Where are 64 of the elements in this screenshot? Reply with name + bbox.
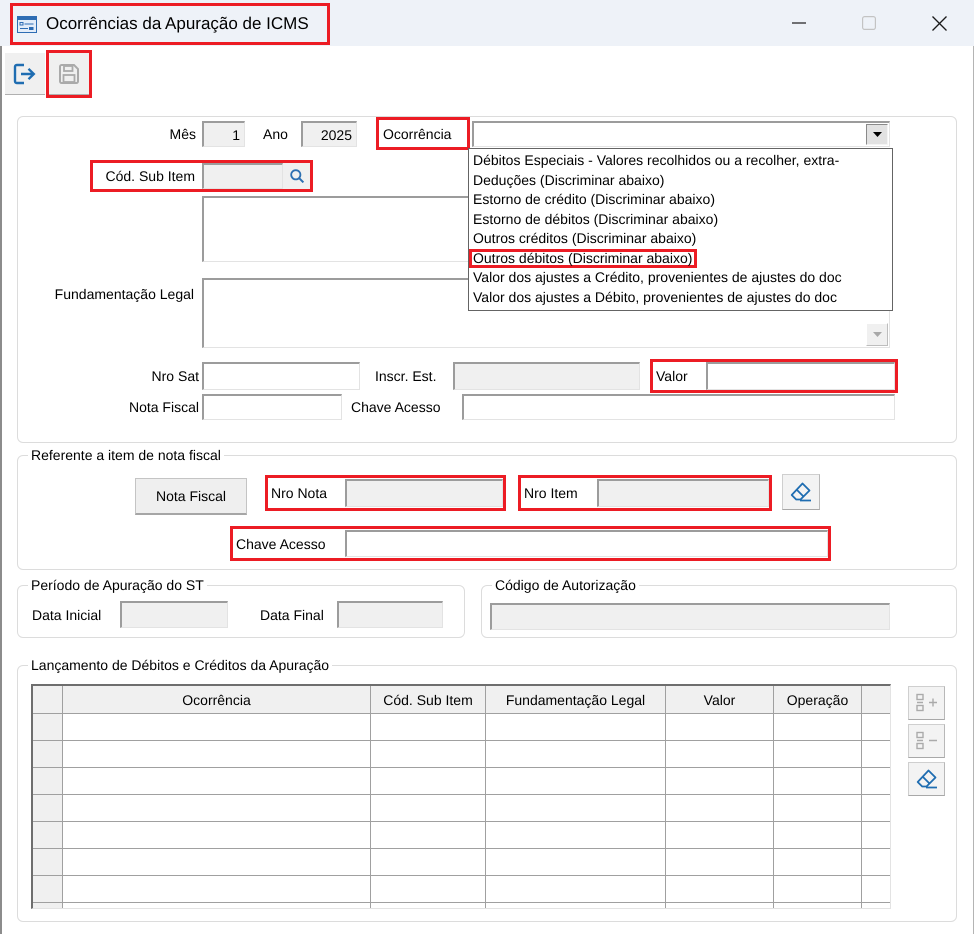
- dropdown-option[interactable]: Estorno de crédito (Discriminar abaixo): [469, 190, 720, 210]
- clear-button[interactable]: [908, 762, 945, 796]
- dropdown-option[interactable]: Outros débitos (Discriminar abaixo): [469, 248, 698, 268]
- value-field[interactable]: [706, 362, 895, 390]
- field-label: Chave Acesso: [235, 536, 326, 552]
- column-header[interactable]: Ocorrência: [63, 686, 371, 714]
- exit-icon: [13, 62, 37, 84]
- clear-button[interactable]: [782, 474, 820, 510]
- scroll-down-button[interactable]: [866, 323, 888, 346]
- dropdown-option[interactable]: Estorno de débitos (Discriminar abaixo): [469, 210, 724, 229]
- field-label: Cód. Sub Item: [104, 168, 196, 184]
- field-label: Fundamentação Legal: [54, 285, 195, 302]
- window-title: Ocorrências da Apuração de ICMS: [46, 14, 309, 34]
- field-label: Nro Item: [523, 485, 579, 501]
- field-label: Inscr. Est.: [375, 368, 438, 384]
- row-header-cell[interactable]: [33, 768, 63, 795]
- dropdown-button[interactable]: [866, 124, 888, 145]
- group-title: Referente a item de nota fiscal: [30, 447, 222, 463]
- field-label: Nro Nota: [270, 485, 328, 501]
- field-label: Data Final: [260, 606, 325, 622]
- row-header-cell[interactable]: [33, 795, 63, 822]
- group-title: Código de Autorização: [494, 577, 637, 593]
- list-minus-icon: [916, 731, 938, 751]
- field-label: Mês: [168, 126, 196, 142]
- row-header-cell[interactable]: [33, 741, 63, 768]
- access-key-field[interactable]: [345, 530, 828, 557]
- field-label: Nota Fiscal: [128, 399, 200, 415]
- field-label: Nro Sat: [150, 368, 200, 384]
- form-window-icon: [17, 16, 37, 32]
- field-label: Data Inicial: [32, 606, 102, 622]
- caret-icon: [872, 132, 882, 137]
- dropdown-option[interactable]: Outros créditos (Discriminar abaixo): [469, 229, 702, 248]
- list-plus-icon: [916, 693, 938, 713]
- column-header[interactable]: Operação: [774, 686, 862, 714]
- maximize-icon: [862, 16, 876, 30]
- group-title: Período de Apuração do ST: [30, 577, 205, 593]
- dropdown-option[interactable]: Valor dos ajustes a Crédito, provenientes de ajustes do doc: [469, 268, 847, 288]
- invoice-button[interactable]: Nota Fiscal: [135, 478, 247, 515]
- dropdown-option[interactable]: Débitos Especiais - Valores recolhidos ou a recolher, extra-: [469, 151, 844, 170]
- exit-button[interactable]: [5, 53, 45, 95]
- column-header[interactable]: Valor: [666, 686, 774, 714]
- grid-corner-cell: [33, 686, 63, 714]
- access-key-field[interactable]: [462, 394, 895, 420]
- search-icon: [290, 169, 304, 183]
- sat-number-field[interactable]: [202, 362, 360, 390]
- row-header-cell[interactable]: [33, 714, 63, 741]
- field-label: Valor: [655, 368, 689, 384]
- group-title: Lançamento de Débitos e Créditos da Apuração: [30, 657, 330, 673]
- row-header-cell[interactable]: [33, 876, 63, 903]
- caret-icon: [872, 332, 882, 337]
- column-header[interactable]: Fundamentação Legal: [486, 686, 666, 714]
- dropdown-option[interactable]: Deduções (Discriminar abaixo): [469, 170, 670, 190]
- close-icon: [932, 16, 946, 30]
- row-header-cell[interactable]: [33, 822, 63, 849]
- eraser-icon: [790, 482, 812, 502]
- invoice-field[interactable]: [202, 394, 342, 420]
- dropdown-option[interactable]: Valor dos ajustes a Débito, provenientes de ajustes do doc: [469, 288, 842, 307]
- field-label: Ano: [263, 126, 289, 142]
- minimize-icon: [792, 22, 806, 24]
- field-label: Ocorrência: [383, 126, 452, 142]
- field-label: Chave Acesso: [351, 399, 442, 415]
- row-header-cell[interactable]: [33, 849, 63, 876]
- column-header[interactable]: Cód. Sub Item: [371, 686, 486, 714]
- eraser-icon: [916, 769, 938, 789]
